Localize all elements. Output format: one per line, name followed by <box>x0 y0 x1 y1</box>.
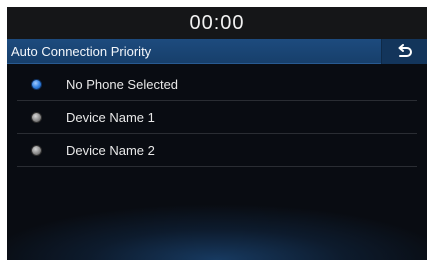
device-priority-list: No Phone Selected Device Name 1 Device N… <box>7 68 427 167</box>
list-item[interactable]: Device Name 1 <box>17 101 417 134</box>
status-bar: 00:00 <box>7 7 427 39</box>
back-button[interactable] <box>381 39 427 64</box>
list-item[interactable]: Device Name 2 <box>17 134 417 167</box>
list-item-label: Device Name 1 <box>66 110 155 125</box>
radio-button-selected[interactable] <box>31 79 42 90</box>
radio-button[interactable] <box>31 145 42 156</box>
back-arrow-icon <box>398 44 412 57</box>
list-item-label: Device Name 2 <box>66 143 155 158</box>
page-title: Auto Connection Priority <box>11 44 152 59</box>
list-item[interactable]: No Phone Selected <box>17 68 417 101</box>
title-bar: Auto Connection Priority <box>7 39 427 64</box>
screen: 00:00 Auto Connection Priority No Phone … <box>7 7 427 260</box>
list-item-label: No Phone Selected <box>66 77 179 92</box>
clock: 00:00 <box>189 12 245 34</box>
radio-button[interactable] <box>31 112 42 123</box>
